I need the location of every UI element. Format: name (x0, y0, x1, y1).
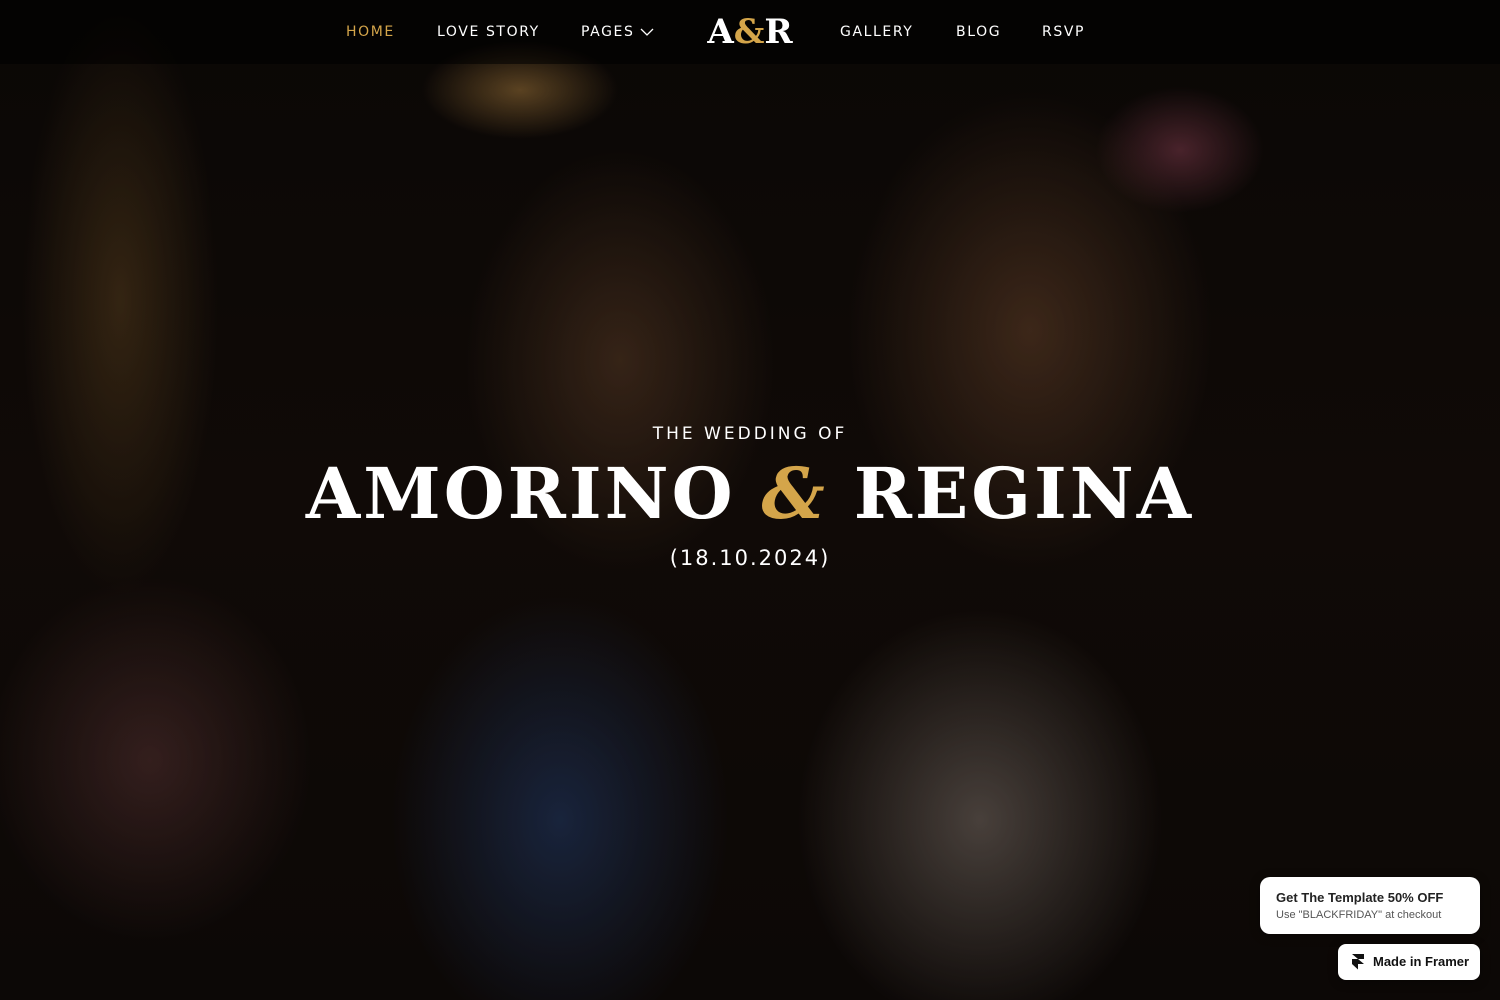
framer-logo-icon (1352, 954, 1364, 970)
site-logo[interactable]: A&R (700, 10, 800, 54)
logo-ampersand: & (733, 12, 765, 52)
nav-item-rsvp[interactable]: RSVP (1042, 0, 1085, 64)
groom-name: AMORINO (305, 452, 736, 535)
hero-headline: AMORINO & REGINA (0, 446, 1500, 542)
chevron-down-icon (641, 28, 654, 36)
made-in-framer-badge[interactable]: Made in Framer (1338, 944, 1480, 980)
top-navigation: HOME LOVE STORY PAGES A&R GALLERY BLOG R… (0, 0, 1500, 64)
template-promo-card[interactable]: Get The Template 50% OFF Use "BLACKFRIDA… (1260, 877, 1480, 934)
framer-badge-label: Made in Framer (1373, 954, 1470, 969)
page: HOME LOVE STORY PAGES A&R GALLERY BLOG R… (0, 0, 1500, 1000)
nav-item-blog[interactable]: BLOG (956, 0, 1001, 64)
nav-item-pages-label: PAGES (581, 24, 635, 40)
bride-name: REGINA (853, 452, 1195, 535)
hero-eyebrow: THE WEDDING OF (652, 424, 848, 444)
wedding-date: (18.10.2024) (669, 546, 831, 570)
headline-ampersand: & (761, 452, 828, 535)
nav-item-home[interactable]: HOME (346, 0, 395, 64)
nav-item-pages[interactable]: PAGES (581, 0, 654, 64)
promo-subtitle: Use "BLACKFRIDAY" at checkout (1276, 909, 1442, 921)
logo-letter-r: R (764, 12, 793, 52)
promo-title: Get The Template 50% OFF (1276, 890, 1444, 905)
nav-item-love-story[interactable]: LOVE STORY (437, 0, 540, 64)
nav-item-gallery[interactable]: GALLERY (840, 0, 913, 64)
logo-letter-a: A (707, 12, 734, 52)
